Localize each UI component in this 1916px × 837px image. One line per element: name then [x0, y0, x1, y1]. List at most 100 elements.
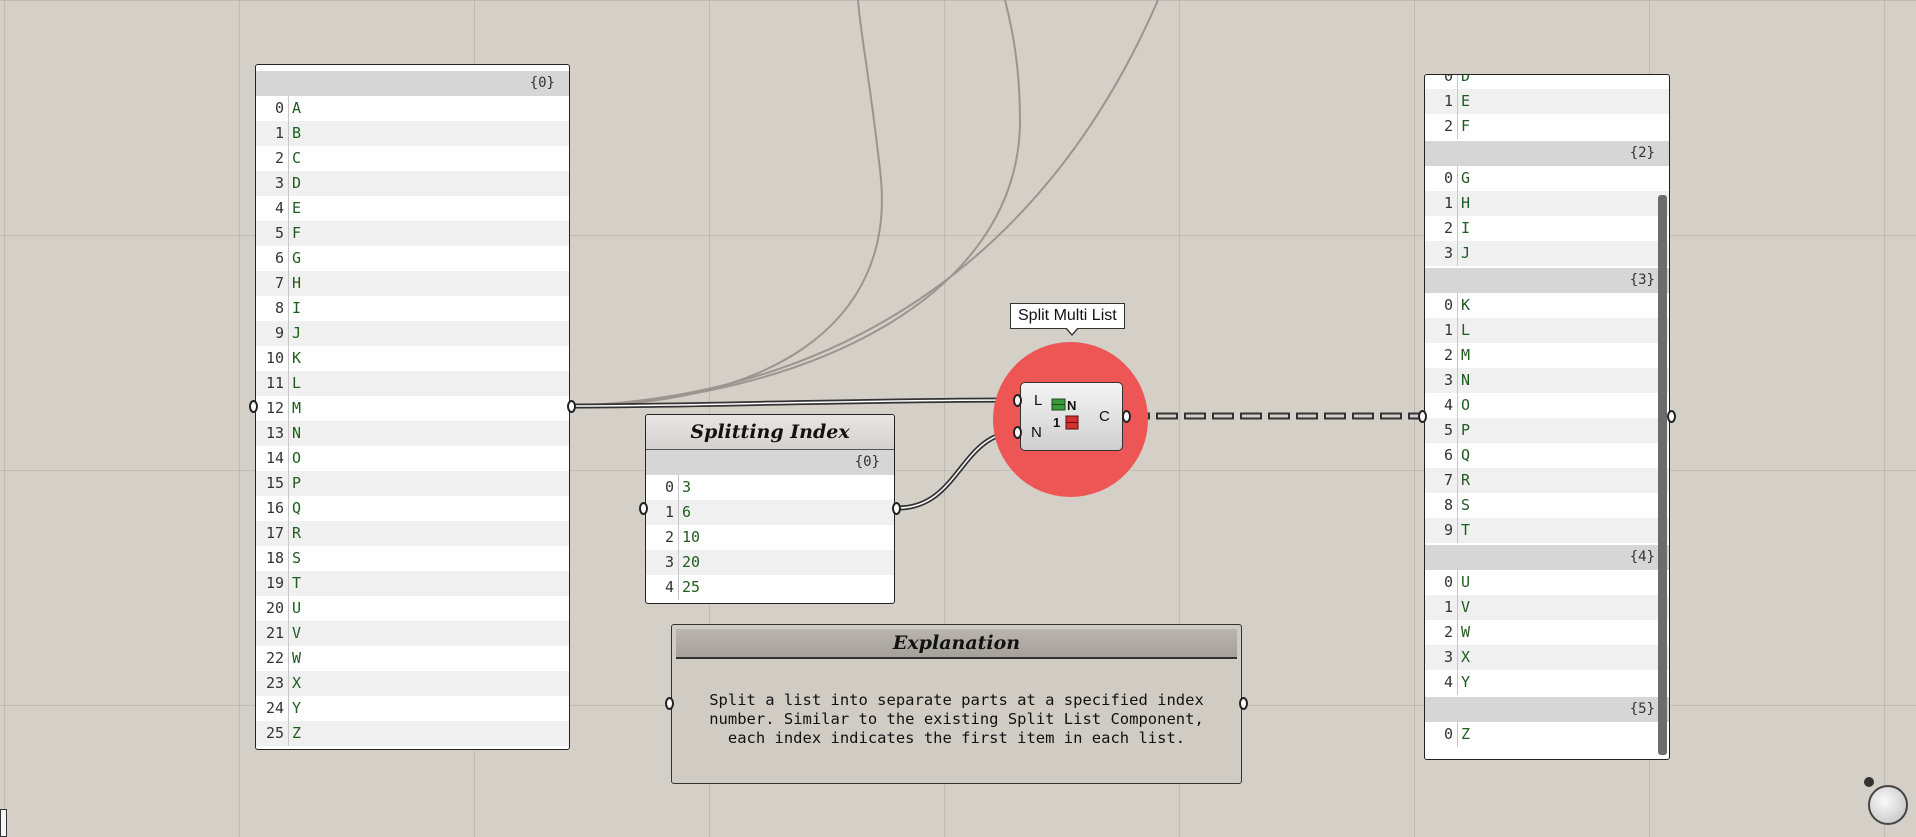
item-value: 10	[682, 528, 701, 546]
input-pin-l[interactable]: L	[1034, 392, 1042, 409]
index-divider	[288, 646, 289, 671]
list-item: 4O	[1425, 393, 1669, 418]
index-divider	[1457, 114, 1458, 139]
item-value: P	[292, 474, 302, 492]
list-item: 12 M	[256, 396, 569, 421]
list-item: 7H	[256, 271, 569, 296]
item-index: 22	[265, 649, 284, 667]
list-item: 22 W	[256, 646, 569, 671]
list-item: 2I	[1425, 216, 1669, 241]
item-value: J	[292, 324, 302, 342]
item-index: 12	[265, 399, 284, 417]
item-value: K	[292, 349, 302, 367]
item-index: 1	[1443, 321, 1453, 339]
item-index: 13	[265, 424, 284, 442]
item-index: 17	[265, 524, 284, 542]
index-divider	[288, 621, 289, 646]
index-divider	[288, 346, 289, 371]
list-item: 23 X	[256, 671, 569, 696]
output-panel[interactable]: 0 D 1 E 2 F {2} 0 G 1 H 2 I 3 J {3} 0 K 1 L 2 M 3 N 4 O 5 P 6 Q 7 R 8 S 9 T…	[1424, 74, 1670, 760]
item-value: A	[292, 99, 302, 117]
item-value: I	[292, 299, 302, 317]
item-value: G	[1461, 169, 1471, 187]
output-output-grip[interactable]	[1667, 410, 1676, 423]
item-value: S	[1461, 496, 1471, 514]
item-index: 15	[265, 474, 284, 492]
list-item: 3D	[256, 171, 569, 196]
item-index: 2	[1443, 219, 1453, 237]
index-divider	[678, 475, 679, 500]
list-item: 5P	[1425, 418, 1669, 443]
item-index: 4	[1443, 396, 1453, 414]
item-index: 24	[265, 699, 284, 717]
index-divider	[288, 596, 289, 621]
list-item: 1V	[1425, 595, 1669, 620]
index-divider	[288, 296, 289, 321]
input-pin-n[interactable]: N	[1031, 424, 1042, 441]
component-c-grip[interactable]	[1122, 410, 1131, 423]
index-divider	[288, 121, 289, 146]
index-divider	[678, 575, 679, 600]
item-index: 4	[664, 578, 674, 596]
letters-panel[interactable]: {0} 0 A 1 B 2 C 3 D 4 E 5 F 6 G 7 H 8 I 9 J 10 K 11 L 12 M 13 N 14 O 1…	[255, 64, 570, 750]
item-value: V	[1461, 598, 1471, 616]
background-wire-1	[569, 0, 883, 407]
splitting-index-list: 0 3 1 6 2 10 3 20 4 25	[646, 475, 894, 600]
background-wire-2	[569, 0, 1022, 407]
explanation-group[interactable]: Explanation Split a list into separate p…	[671, 624, 1242, 784]
item-index: 5	[274, 224, 284, 242]
index-divider	[288, 546, 289, 571]
splitting-input-grip[interactable]	[639, 502, 648, 515]
item-index: 2	[1443, 346, 1453, 364]
index-divider	[288, 271, 289, 296]
output-scrollbar[interactable]	[1658, 195, 1667, 755]
index-divider	[1457, 620, 1458, 645]
item-index: 4	[274, 199, 284, 217]
split-multi-list-component[interactable]: L N C N 1	[1020, 382, 1123, 451]
index-divider	[288, 671, 289, 696]
list-item: 1E	[1425, 89, 1669, 114]
item-value: F	[292, 224, 302, 242]
branch-label: {4}	[1629, 549, 1655, 565]
item-index: 3	[274, 174, 284, 192]
list-item: 0A	[256, 96, 569, 121]
index-divider	[288, 446, 289, 471]
item-index: 25	[265, 724, 284, 742]
branch-label: {2}	[1629, 145, 1655, 161]
letters-input-grip[interactable]	[249, 400, 258, 413]
letters-output-grip[interactable]	[567, 400, 576, 413]
component-n-grip[interactable]	[1013, 426, 1022, 439]
output-input-grip[interactable]	[1418, 410, 1427, 423]
list-item: 0U	[1425, 570, 1669, 595]
list-item: 4E	[256, 196, 569, 221]
item-value: K	[1461, 296, 1471, 314]
list-item: 6G	[256, 246, 569, 271]
list-item: 3 20	[646, 550, 894, 575]
item-index: 9	[274, 324, 284, 342]
splitting-output-grip[interactable]	[892, 502, 901, 515]
item-index: 3	[1443, 244, 1453, 262]
index-divider	[288, 496, 289, 521]
svg-text:1: 1	[1053, 415, 1060, 430]
splitting-index-panel[interactable]: Splitting Index {0} 0 3 1 6 2 10 3 20 4 25	[645, 414, 895, 604]
list-item: 11 L	[256, 371, 569, 396]
item-value: S	[292, 549, 302, 567]
item-index: 0	[274, 99, 284, 117]
item-value: L	[292, 374, 302, 392]
item-index: 18	[265, 549, 284, 567]
navigation-handle[interactable]	[1864, 777, 1874, 787]
component-l-grip[interactable]	[1013, 394, 1022, 407]
item-value: V	[292, 624, 302, 642]
canvas-navigation-widget[interactable]	[1868, 785, 1908, 825]
explanation-input-grip[interactable]	[665, 697, 674, 710]
output-pin-c[interactable]: C	[1099, 408, 1110, 425]
explanation-output-grip[interactable]	[1239, 697, 1248, 710]
item-index: 7	[274, 274, 284, 292]
item-value: B	[292, 124, 302, 142]
branch-label: {0}	[854, 454, 880, 470]
index-divider	[1457, 443, 1458, 468]
letters-list: 0 A 1 B 2 C 3 D 4 E 5 F 6 G 7 H 8 I 9 J 10 K 11 L 12 M 13 N 14 O 15 P 16…	[256, 96, 569, 746]
item-value: U	[292, 599, 302, 617]
item-index: 0	[1443, 169, 1453, 187]
list-item: 15 P	[256, 471, 569, 496]
